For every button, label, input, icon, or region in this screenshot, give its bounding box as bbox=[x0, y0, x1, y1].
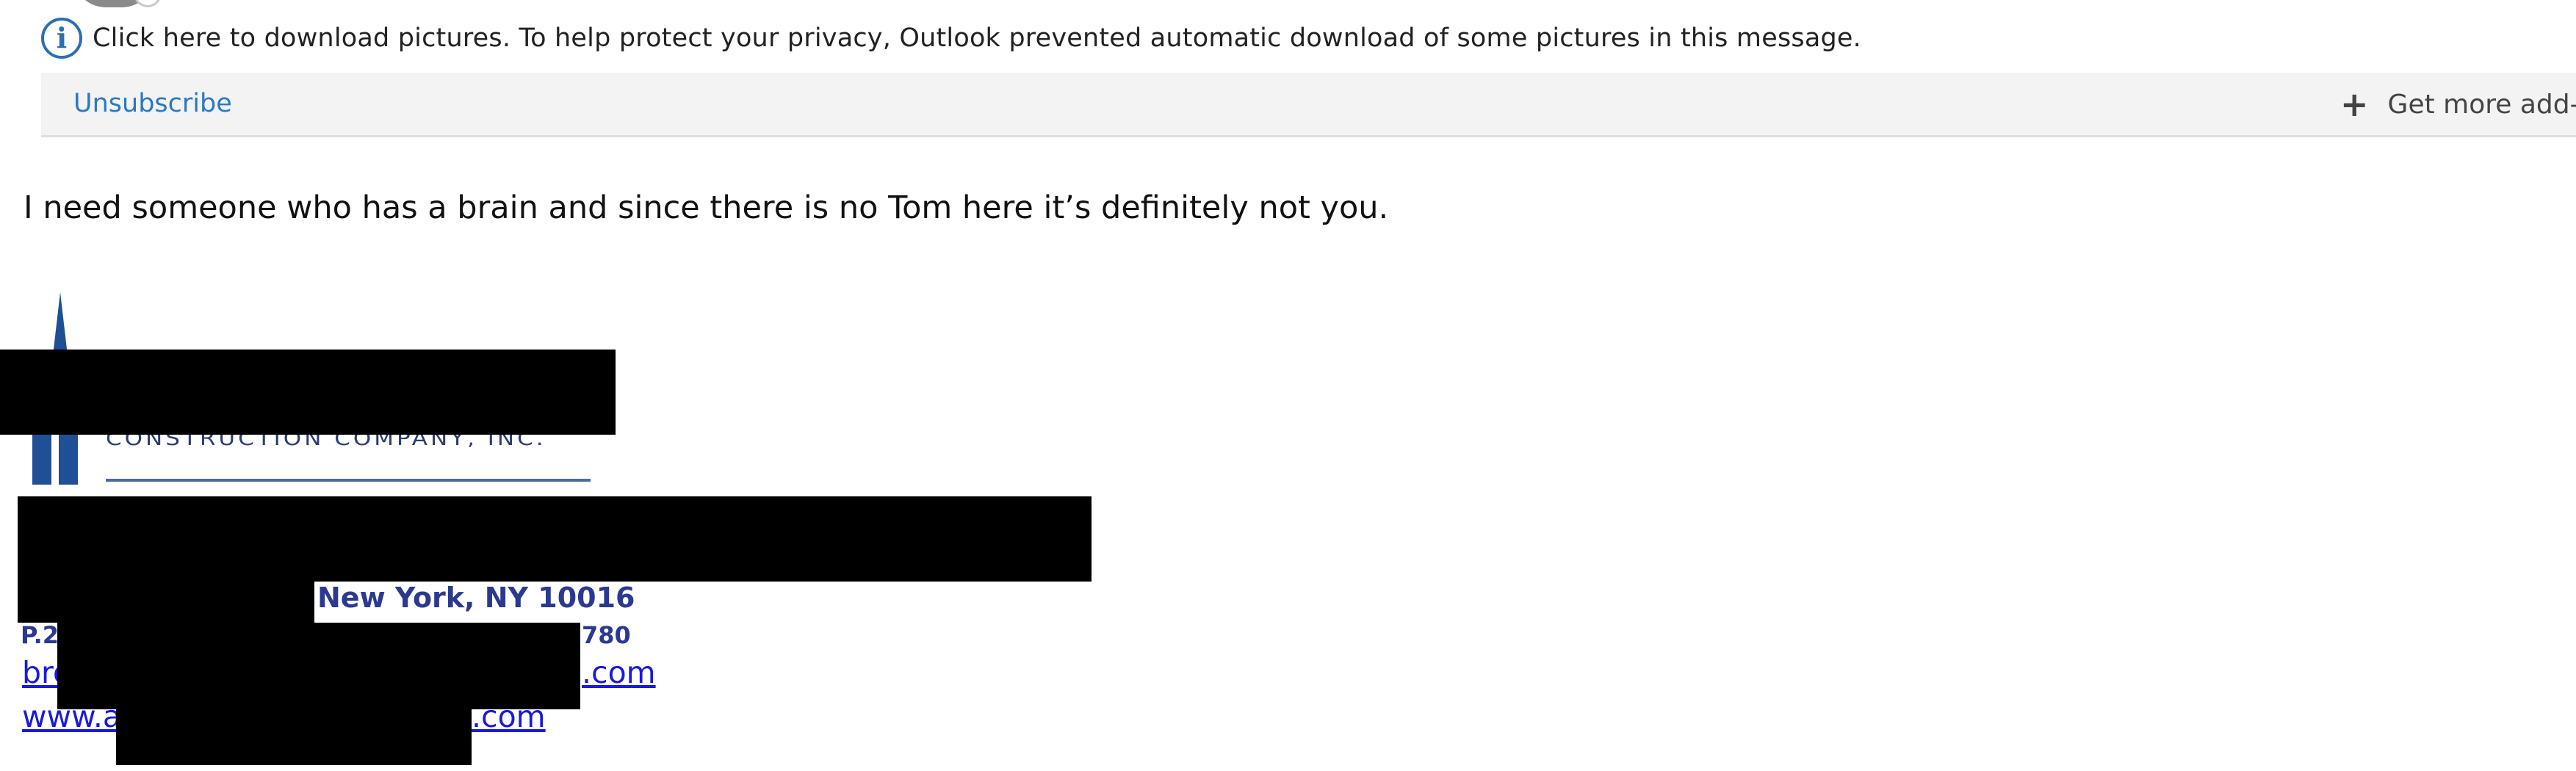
message-body-text: I need someone who has a brain and since… bbox=[24, 189, 1389, 226]
get-more-addins-label: Get more add- bbox=[2387, 89, 2576, 120]
blocked-pictures-infobar[interactable]: i Click here to download pictures. To he… bbox=[41, 18, 1861, 59]
redaction-block bbox=[0, 350, 616, 435]
redaction-block bbox=[18, 579, 314, 623]
info-icon: i bbox=[41, 18, 82, 59]
email-reading-pane: i Click here to download pictures. To he… bbox=[0, 0, 2576, 771]
signature-phone-prefix: P.2 bbox=[21, 621, 59, 649]
presence-indicator bbox=[134, 0, 162, 7]
signature-email-link-end[interactable]: .com bbox=[582, 655, 656, 690]
plus-icon: + bbox=[2340, 84, 2369, 124]
unsubscribe-link[interactable]: Unsubscribe bbox=[73, 89, 232, 118]
get-more-addins-button[interactable]: + Get more add- bbox=[2340, 87, 2576, 121]
redaction-block bbox=[116, 706, 472, 765]
signature-address: New York, NY 10016 bbox=[317, 582, 635, 614]
signature-phone-suffix: 780 bbox=[582, 621, 631, 649]
download-pictures-message[interactable]: Click here to download pictures. To help… bbox=[93, 23, 1861, 53]
addin-bar: Unsubscribe + Get more add- bbox=[41, 73, 2576, 137]
redaction-block bbox=[57, 623, 580, 709]
redaction-block bbox=[18, 496, 1092, 582]
logo-underline bbox=[106, 479, 591, 482]
